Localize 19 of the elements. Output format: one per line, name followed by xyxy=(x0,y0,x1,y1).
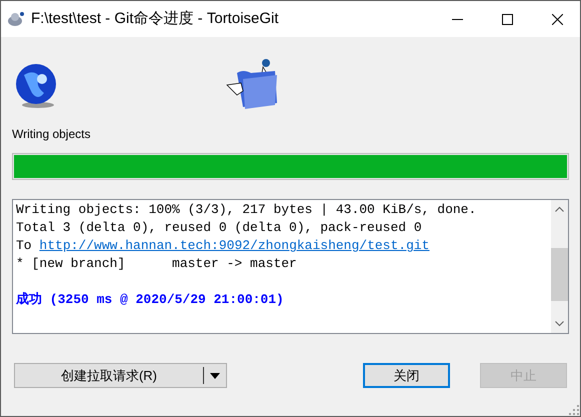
app-icon xyxy=(7,11,25,27)
dropdown-caret-icon[interactable] xyxy=(210,372,220,378)
log-line: Writing objects: 100% (3/3), 217 bytes | 43.00 KiB/s, done. xyxy=(16,201,478,219)
dialog-button[interactable]: 关闭 xyxy=(363,363,450,388)
maximize-icon[interactable] xyxy=(502,14,512,24)
status-label: Writing objects xyxy=(12,126,92,143)
scroll-thumb[interactable] xyxy=(551,248,568,301)
create-pull-request-split-button[interactable]: 创建拉取请求(R) xyxy=(14,363,227,388)
remote-url-link[interactable]: http://www.hannan.tech:9092/zhongkaisheng/test.git xyxy=(39,238,430,253)
log-line: Total 3 (delta 0), reused 0 (delta 0), pack-reused 0 xyxy=(16,219,423,237)
scroll-down-icon[interactable] xyxy=(555,321,564,327)
close-icon[interactable] xyxy=(552,14,562,24)
window-title: F:\test\test - Git命令进度 - TortoiseGit xyxy=(31,8,280,29)
scrollbar[interactable] xyxy=(551,200,568,333)
scroll-up-icon[interactable] xyxy=(555,206,564,212)
log-text: To xyxy=(16,238,32,253)
log-line: * [new branch] master -> master xyxy=(16,255,298,273)
success-message: 成功 (3250 ms @ 2020/5/29 21:00:01) xyxy=(16,291,285,309)
resize-grip-icon[interactable] xyxy=(569,405,579,415)
